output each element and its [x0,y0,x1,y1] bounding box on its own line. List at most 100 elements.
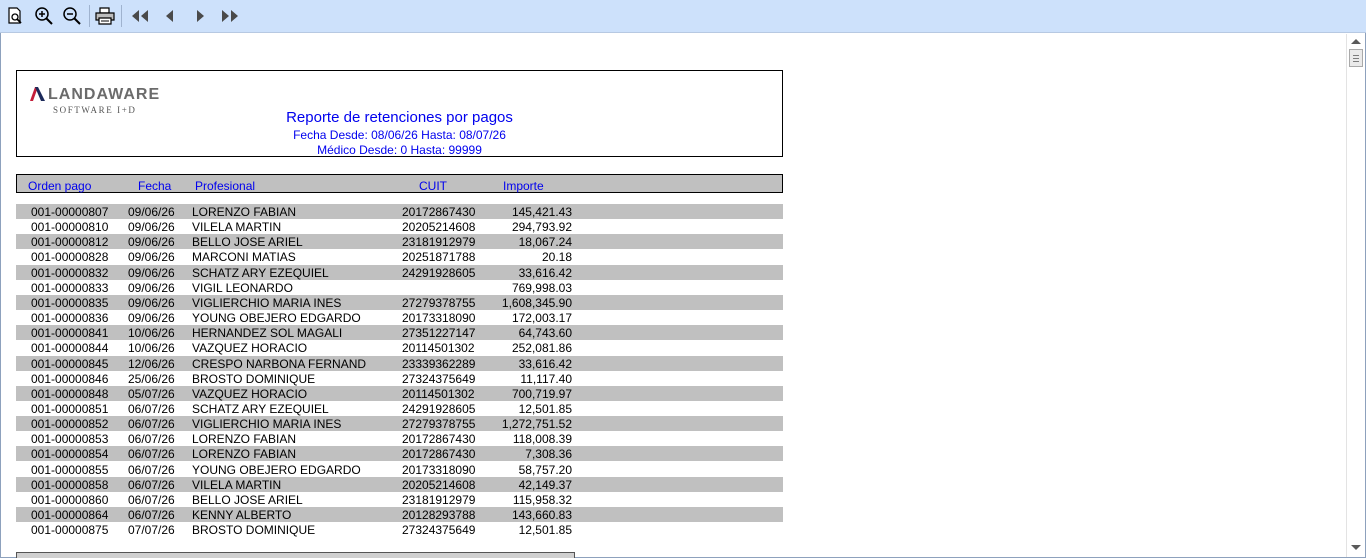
zoom-out-button[interactable] [61,5,83,27]
vertical-scrollbar[interactable] [1346,34,1365,557]
cell-orden: 001-00000864 [31,508,109,522]
printer-icon [95,7,115,25]
cell-fecha: 09/06/26 [128,220,175,235]
report-medico-range: Médico Desde: 0 Hasta: 99999 [317,143,482,157]
cell-cuit: 27279378755 [402,295,476,310]
table-row: 001-00000835 09/06/26 VIGLIERCHIO MARIA IN… [16,294,783,310]
cell-orden: 001-00000832 [31,265,109,280]
cell-importe: 145,421.43 [511,205,572,219]
cell-importe: 12,501.85 [518,402,572,416]
cell-cuit: 27351227147 [402,326,476,341]
cell-fecha: 09/06/26 [128,205,175,219]
cell-profesional: BROSTO DOMINIQUE [192,371,316,386]
toolbar-separator [121,5,122,27]
column-header-cuit: CUIT [419,179,447,193]
page-preview-icon [8,7,22,24]
zoom-in-button[interactable] [33,5,55,27]
cell-profesional: VIGIL LEONARDO [192,280,293,295]
cell-importe: 294,793.92 [511,220,572,235]
cell-fecha: 10/06/26 [128,326,175,341]
report-date-range: Fecha Desde: 08/06/26 Hasta: 08/07/26 [293,128,506,142]
print-button[interactable] [94,5,116,27]
table-row: 001-00000836 09/06/26 YOUNG OBEJERO EDGARD… [16,310,783,325]
scroll-down-icon[interactable] [1351,545,1361,550]
table-row: 001-00000852 06/07/26 VIGLIERCHIO MARIA IN… [16,416,783,432]
cell-fecha: 06/07/26 [128,417,175,432]
cell-importe: 18,067.24 [518,235,572,250]
scroll-up-icon[interactable] [1351,39,1361,44]
cell-cuit: 20172867430 [402,205,476,219]
cell-importe: 172,003.17 [511,311,572,326]
cell-cuit: 23181912979 [402,235,476,250]
page-preview-button[interactable] [4,5,26,27]
cell-cuit: 20172867430 [402,432,476,447]
table-row: 001-00000858 06/07/26 VILELA MARTIN 2020521… [16,476,783,492]
table-row: 001-00000828 09/06/26 MARCONI MATIAS 202518… [16,249,783,264]
cell-importe: 700,719.97 [511,386,572,401]
table-row: 001-00000846 25/06/26 BROSTO DOMINIQUE 2732… [16,371,783,386]
cell-profesional: LORENZO FABIAN [192,205,297,219]
table-row: 001-00000875 07/07/26 BROSTO DOMINIQUE 2732… [16,522,783,537]
cell-orden: 001-00000855 [31,462,109,477]
cell-fecha: 09/06/26 [128,280,175,295]
scrollbar-thumb[interactable] [1349,49,1363,67]
next-page-icon [197,10,204,22]
cell-fecha: 12/06/26 [128,356,175,371]
cell-importe: 42,149.37 [518,477,572,492]
cell-orden: 001-00000845 [31,356,109,371]
cell-orden: 001-00000852 [31,417,109,432]
cell-profesional: BELLO JOSE ARIEL [192,492,303,507]
cell-fecha: 25/06/26 [128,371,175,386]
cell-fecha: 09/06/26 [128,235,175,250]
cell-fecha: 06/07/26 [128,508,175,522]
cell-fecha: 06/07/26 [128,402,175,416]
table-row: 001-00000848 05/07/26 VAZQUEZ HORACIO 20114… [16,385,783,401]
cell-profesional: BELLO JOSE ARIEL [192,235,303,250]
cell-fecha: 09/06/26 [128,250,175,265]
first-page-button[interactable] [129,5,151,27]
cell-cuit: 23339362289 [402,356,476,371]
report-viewer-toolbar [0,0,1366,33]
cell-cuit: 20251871788 [402,250,476,265]
cell-orden: 001-00000875 [31,523,109,538]
cell-profesional: YOUNG OBEJERO EDGARDO [192,311,361,326]
cell-importe: 118,008.39 [512,432,572,447]
cell-fecha: 05/07/26 [128,386,175,401]
cell-importe: 252,081.86 [511,341,572,356]
first-page-icon [132,10,148,22]
cell-cuit: 20205214608 [402,220,476,235]
cell-importe: 11,117.40 [520,371,572,386]
cell-cuit: 20114501302 [402,386,475,401]
cell-fecha: 06/07/26 [128,432,175,447]
next-page-button[interactable] [189,5,211,27]
cell-cuit: 27324375649 [402,371,476,386]
cell-profesional: VAZQUEZ HORACIO [192,386,308,401]
table-row: 001-00000812 09/06/26 BELLO JOSE ARIEL 2318… [16,234,783,250]
table-row: 001-00000845 12/06/26 CRESPO NARBONA FERNA… [16,355,783,371]
cell-importe: 769,998.03 [511,280,572,295]
cell-fecha: 06/07/26 [128,492,175,507]
zoom-out-icon [63,7,81,25]
cell-fecha: 09/06/26 [128,295,175,310]
cell-importe: 33,616.42 [518,265,572,280]
cell-importe: 20.18 [541,250,572,265]
table-row: 001-00000810 09/06/26 VILELA MARTIN 2020521… [16,219,783,234]
cell-orden: 001-00000812 [31,235,109,250]
cell-cuit: 24291928605 [402,265,476,280]
cell-profesional: VIGLIERCHIO MARIA INES [192,417,342,432]
table-row: 001-00000853 06/07/26 LORENZO FABIAN 201728… [16,431,783,446]
cell-importe: 1,272,751.52 [501,417,572,432]
cell-orden: 001-00000844 [31,341,109,356]
cell-orden: 001-00000853 [31,432,109,447]
cell-importe: 33,616.42 [518,356,572,371]
previous-page-button[interactable] [159,5,181,27]
cell-orden: 001-00000841 [31,326,109,341]
cell-cuit: 23181912979 [402,492,476,507]
last-page-button[interactable] [219,5,241,27]
cell-profesional: CRESPO NARBONA FERNAND [192,356,367,371]
cell-orden: 001-00000851 [31,402,109,416]
cell-fecha: 10/06/26 [128,341,175,356]
cell-orden: 001-00000835 [31,295,109,310]
cell-orden: 001-00000858 [31,477,109,492]
cell-profesional: MARCONI MATIAS [192,250,296,265]
